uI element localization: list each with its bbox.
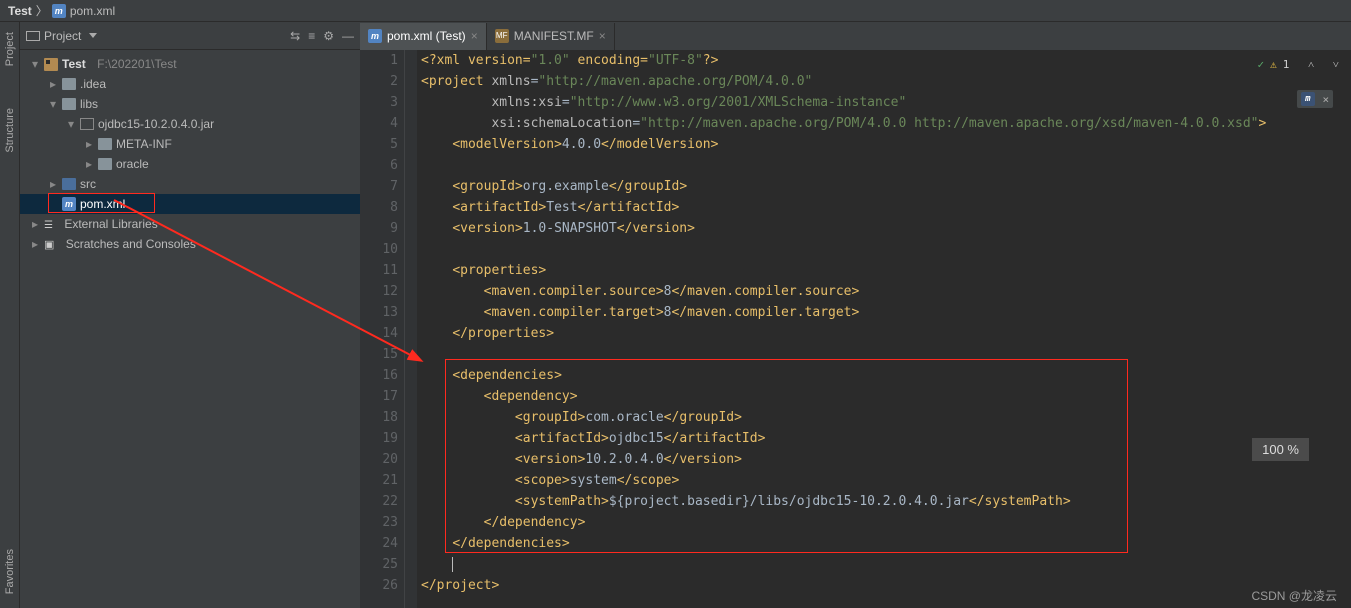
code-content[interactable]: <?xml version="1.0" encoding="UTF-8"?><p… [417,50,1351,608]
maven-icon: m [62,197,76,211]
project-view-icon [26,31,40,41]
tree-item-label: META-INF [116,137,172,151]
tree-meta[interactable]: ▸META-INF [20,134,360,154]
folder-icon [62,78,76,90]
source-folder-icon [62,178,76,190]
hide-icon[interactable]: — [342,29,354,43]
maven-icon: m [1301,92,1315,106]
fold-gutter[interactable] [405,50,417,608]
tree-root-path: F:\202201\Test [97,57,176,71]
folder-icon [62,98,76,110]
library-icon [44,217,53,231]
project-tool-window: Project ⇆ ≡ ⚙ — ▾Test F:\202201\Test ▸.i… [20,22,360,608]
tree-item-label: src [80,177,96,191]
editor: m pom.xml (Test) × MF MANIFEST.MF × 12345678… [360,22,1351,608]
line-number-gutter[interactable]: 1234567891011121314151617181920212223242… [360,50,405,608]
tree-item-label: ojdbc15-10.2.0.4.0.jar [98,117,214,131]
breadcrumb-file[interactable]: pom.xml [70,4,115,18]
close-icon[interactable]: × [599,29,606,43]
breadcrumb: Test 〉 m pom.xml [0,0,1351,22]
close-icon[interactable]: × [1323,89,1330,110]
check-icon: ✓ [1257,54,1264,75]
watermark: CSDN @龙凌云 [1251,587,1337,604]
tree-external[interactable]: ▸ External Libraries [20,214,360,234]
tree-libs[interactable]: ▾libs [20,94,360,114]
tree-item-label: .idea [80,77,106,91]
chevron-down-icon[interactable]: ˅ [1333,54,1339,75]
tree-item-label: External Libraries [64,217,157,231]
jar-icon [80,118,94,130]
zoom-indicator: 100 % [1252,438,1309,461]
maven-icon: m [52,4,66,18]
tree-jar[interactable]: ▾ojdbc15-10.2.0.4.0.jar [20,114,360,134]
project-tree[interactable]: ▾Test F:\202201\Test ▸.idea ▾libs ▾ojdbc… [20,50,360,608]
tree-item-label: oracle [116,157,149,171]
close-icon[interactable]: × [471,29,478,43]
project-view-title[interactable]: Project [44,29,81,43]
tool-window-stripe-left: Project Structure Favorites [0,22,20,608]
tree-oracle[interactable]: ▸oracle [20,154,360,174]
folder-icon [98,138,112,150]
tree-pom[interactable]: m pom.xml [20,194,360,214]
select-opened-icon[interactable]: ⇆ [290,29,300,43]
chevron-down-icon[interactable] [89,33,97,38]
tree-item-label: libs [80,97,98,111]
maven-reload-popup[interactable]: m× [1297,90,1333,108]
chevron-up-icon[interactable]: ˄ [1308,54,1314,75]
editor-tabs: m pom.xml (Test) × MF MANIFEST.MF × [360,22,1351,50]
expand-all-icon[interactable]: ≡ [308,29,315,43]
tab-pom[interactable]: m pom.xml (Test) × [360,23,487,50]
maven-icon: m [368,29,382,43]
project-tool-window-header: Project ⇆ ≡ ⚙ — [20,22,360,50]
scratches-icon [44,237,54,251]
tree-idea[interactable]: ▸.idea [20,74,360,94]
code-editor[interactable]: 1234567891011121314151617181920212223242… [360,50,1351,608]
tree-item-label: Scratches and Consoles [66,237,196,251]
breadcrumb-root[interactable]: Test [8,4,32,18]
tab-manifest[interactable]: MF MANIFEST.MF × [487,23,615,50]
inspection-widget[interactable]: ✓ ⚠ 1 ˄ ˅ [1257,54,1339,75]
tab-label: pom.xml (Test) [387,29,466,43]
tree-scratches[interactable]: ▸ Scratches and Consoles [20,234,360,254]
gear-icon[interactable]: ⚙ [323,29,334,43]
tree-root-label: Test [62,57,86,71]
chevron-right-icon: 〉 [36,2,48,19]
warning-icon: ⚠ [1270,54,1277,75]
manifest-icon: MF [495,29,509,43]
tree-src[interactable]: ▸src [20,174,360,194]
tab-label: MANIFEST.MF [514,29,594,43]
tool-tab-project[interactable]: Project [2,26,18,72]
tree-root[interactable]: ▾Test F:\202201\Test [20,54,360,74]
project-icon [44,58,58,71]
folder-icon [98,158,112,170]
tool-tab-structure[interactable]: Structure [2,102,18,159]
tool-tab-favorites[interactable]: Favorites [2,543,18,600]
tree-item-label: pom.xml [80,197,125,211]
inspection-count: 1 [1283,54,1290,75]
